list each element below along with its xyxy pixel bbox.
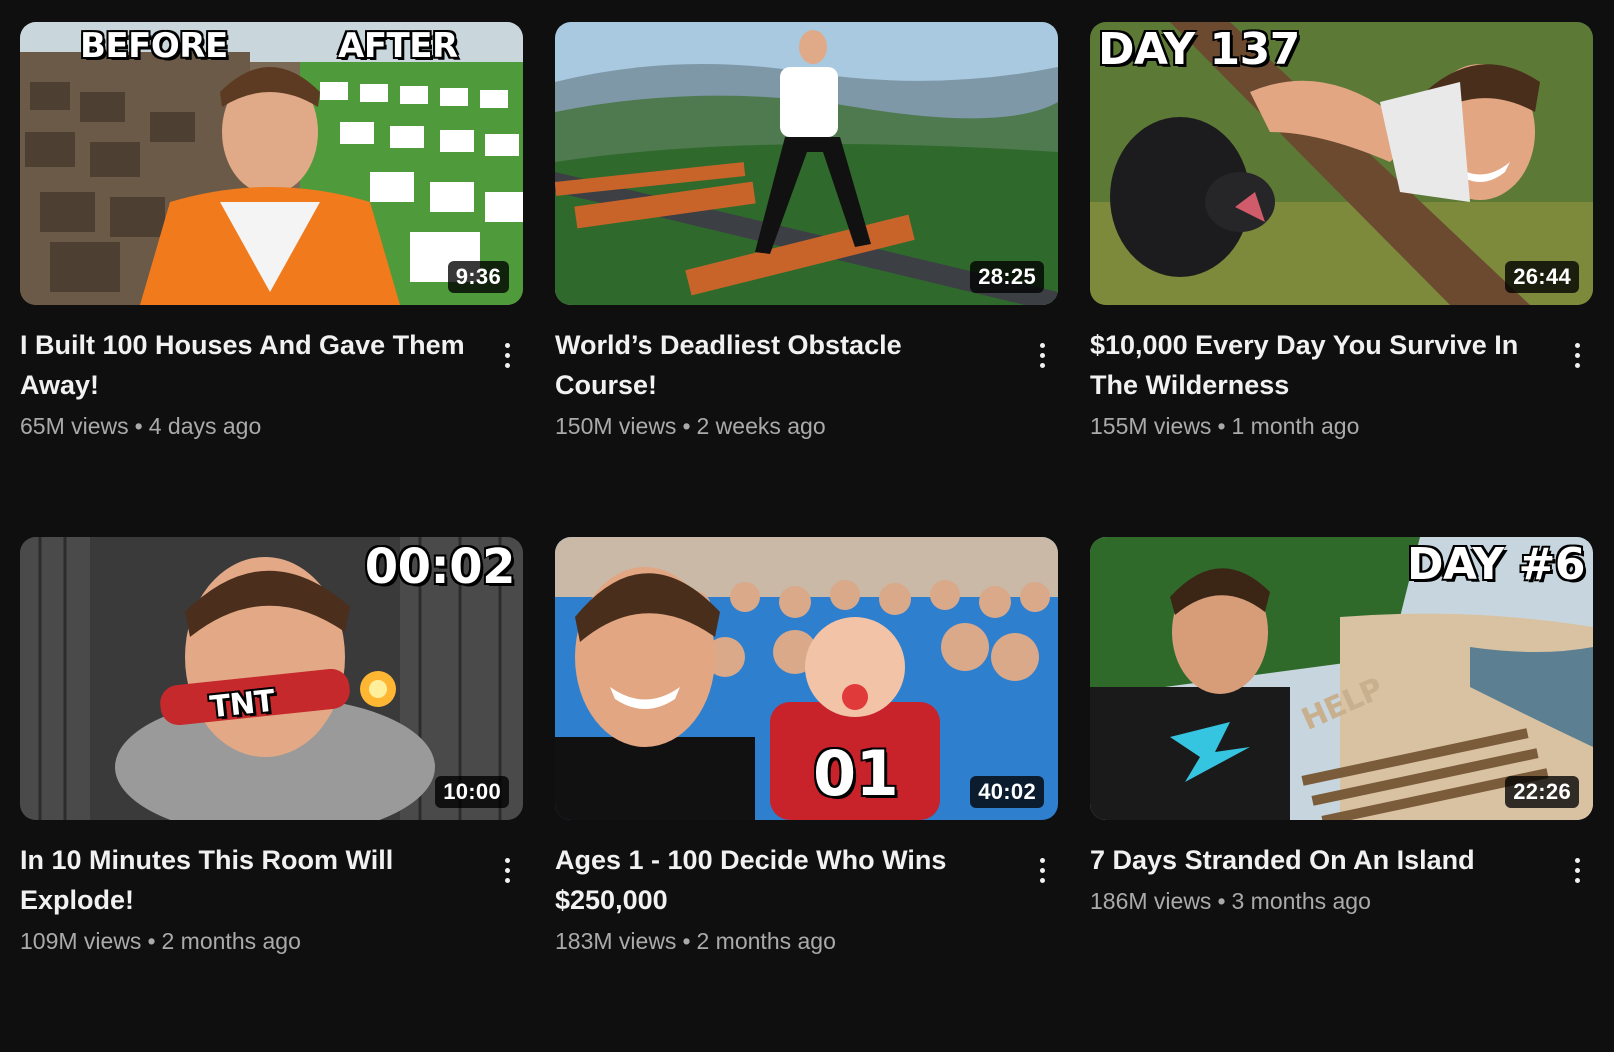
video-card: BEFORE AFTER 9:36 I Built 100 Houses And… xyxy=(20,22,523,537)
video-duration-badge: 22:26 xyxy=(1505,776,1579,808)
video-meta: I Built 100 Houses And Gave Them Away! 6… xyxy=(20,325,523,443)
upload-age: 3 months ago xyxy=(1231,888,1371,914)
video-card: 00:02 TNT 10:00 In 10 Minutes This Room … xyxy=(20,537,523,1052)
thumbnail-overlay-timer: 00:02 xyxy=(364,539,516,595)
video-stats: 155M views • 1 month ago xyxy=(1090,409,1543,443)
video-thumbnail[interactable]: 01 40:02 xyxy=(555,537,1058,820)
upload-age: 4 days ago xyxy=(148,413,262,439)
video-title[interactable]: I Built 100 Houses And Gave Them Away! xyxy=(20,325,473,405)
thumbnail-overlay-day: DAY 137 xyxy=(1098,24,1300,75)
separator-dot: • xyxy=(1217,413,1226,439)
video-meta: In 10 Minutes This Room Will Explode! 10… xyxy=(20,840,523,958)
more-options-icon[interactable] xyxy=(493,850,521,890)
separator-dot: • xyxy=(1217,888,1226,914)
thumbnail-overlay-after: AFTER xyxy=(338,26,458,66)
video-duration-badge: 10:00 xyxy=(435,776,509,808)
video-thumbnail[interactable]: BEFORE AFTER 9:36 xyxy=(20,22,523,305)
thumbnail-overlay-day: DAY #6 xyxy=(1406,539,1586,590)
video-stats: 186M views • 3 months ago xyxy=(1090,884,1543,918)
thumbnail-overlay-number: 01 xyxy=(813,737,899,810)
video-stats: 109M views • 2 months ago xyxy=(20,924,473,958)
video-meta: $10,000 Every Day You Survive In The Wil… xyxy=(1090,325,1593,443)
video-title[interactable]: In 10 Minutes This Room Will Explode! xyxy=(20,840,473,920)
view-count: 65M views xyxy=(20,413,129,439)
video-card: 28:25 World’s Deadliest Obstacle Course!… xyxy=(555,22,1058,537)
more-options-icon[interactable] xyxy=(493,335,521,375)
video-stats: 65M views • 4 days ago xyxy=(20,409,473,443)
more-options-icon[interactable] xyxy=(1563,850,1591,890)
upload-age: 1 month ago xyxy=(1231,413,1360,439)
video-duration-badge: 40:02 xyxy=(970,776,1044,808)
view-count: 186M views xyxy=(1090,888,1212,914)
view-count: 150M views xyxy=(555,413,677,439)
video-duration-badge: 9:36 xyxy=(447,261,509,293)
video-stats: 183M views • 2 months ago xyxy=(555,924,1008,958)
view-count: 155M views xyxy=(1090,413,1212,439)
more-options-icon[interactable] xyxy=(1028,335,1056,375)
separator-dot: • xyxy=(682,413,691,439)
video-title[interactable]: 7 Days Stranded On An Island xyxy=(1090,840,1543,880)
video-title[interactable]: Ages 1 - 100 Decide Who Wins $250,000 xyxy=(555,840,1008,920)
more-options-icon[interactable] xyxy=(1028,850,1056,890)
separator-dot: • xyxy=(134,413,143,439)
video-title[interactable]: World’s Deadliest Obstacle Course! xyxy=(555,325,1008,405)
video-title[interactable]: $10,000 Every Day You Survive In The Wil… xyxy=(1090,325,1543,405)
view-count: 109M views xyxy=(20,928,142,954)
separator-dot: • xyxy=(147,928,156,954)
video-duration-badge: 26:44 xyxy=(1505,261,1579,293)
video-thumbnail[interactable]: 00:02 TNT 10:00 xyxy=(20,537,523,820)
view-count: 183M views xyxy=(555,928,677,954)
video-thumbnail[interactable]: 28:25 xyxy=(555,22,1058,305)
video-stats: 150M views • 2 weeks ago xyxy=(555,409,1008,443)
video-meta: World’s Deadliest Obstacle Course! 150M … xyxy=(555,325,1058,443)
thumbnail-overlay-before: BEFORE xyxy=(80,26,228,66)
upload-age: 2 months ago xyxy=(696,928,836,954)
thumbnail-overlay-tnt: TNT xyxy=(208,683,277,726)
more-options-icon[interactable] xyxy=(1563,335,1591,375)
video-card: DAY #6 HELP 22:26 7 Days Stranded On An … xyxy=(1090,537,1593,1052)
video-grid: BEFORE AFTER 9:36 I Built 100 Houses And… xyxy=(20,22,1593,1052)
video-duration-badge: 28:25 xyxy=(970,261,1044,293)
video-thumbnail[interactable]: DAY #6 HELP 22:26 xyxy=(1090,537,1593,820)
video-thumbnail[interactable]: DAY 137 26:44 xyxy=(1090,22,1593,305)
upload-age: 2 months ago xyxy=(161,928,301,954)
separator-dot: • xyxy=(682,928,691,954)
video-card: 01 40:02 Ages 1 - 100 Decide Who Wins $2… xyxy=(555,537,1058,1052)
video-card: DAY 137 26:44 $10,000 Every Day You Surv… xyxy=(1090,22,1593,537)
video-meta: 7 Days Stranded On An Island 186M views •… xyxy=(1090,840,1593,918)
video-meta: Ages 1 - 100 Decide Who Wins $250,000 18… xyxy=(555,840,1058,958)
upload-age: 2 weeks ago xyxy=(696,413,826,439)
